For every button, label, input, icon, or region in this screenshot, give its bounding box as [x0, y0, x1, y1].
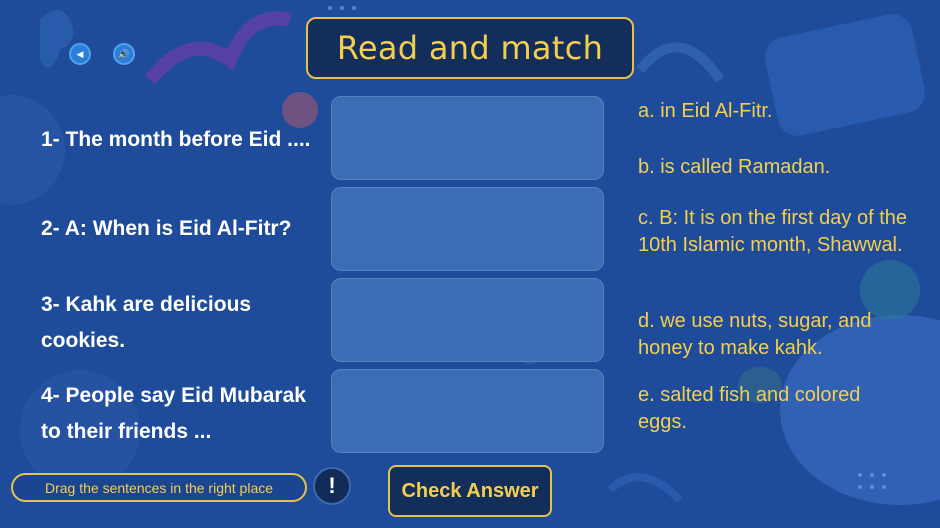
drop-zone-4[interactable]: [331, 369, 604, 453]
speaker-icon: 🔊: [118, 48, 130, 59]
sound-button[interactable]: 🔊: [113, 43, 135, 65]
drop-zone-1[interactable]: [331, 96, 604, 180]
check-answer-label: Check Answer: [401, 479, 539, 502]
prompt-1: 1- The month before Eid ....: [41, 128, 311, 151]
info-button[interactable]: !: [313, 467, 351, 505]
prompt-2: 2- A: When is Eid Al-Fitr?: [41, 217, 292, 240]
answer-option-b[interactable]: b. is called Ramadan.: [638, 154, 908, 181]
back-button[interactable]: ◀: [69, 43, 91, 65]
exclamation-icon: !: [328, 473, 336, 498]
instruction-hint: Drag the sentences in the right place: [11, 473, 307, 502]
answer-option-a[interactable]: a. in Eid Al-Fitr.: [638, 98, 908, 125]
answer-option-d[interactable]: d. we use nuts, sugar, and honey to make…: [638, 308, 908, 362]
prompt-4: 4- People say Eid Mubarak to their frien…: [41, 384, 306, 443]
prompt-3: 3- Kahk are delicious cookies.: [41, 293, 252, 352]
answer-option-c[interactable]: c. B: It is on the first day of the 10th…: [638, 205, 908, 259]
drop-zone-2[interactable]: [331, 187, 604, 271]
check-answer-button[interactable]: Check Answer: [388, 465, 552, 517]
drop-zone-3[interactable]: [331, 278, 604, 362]
title-banner: Read and match: [306, 17, 634, 79]
page-title: Read and match: [336, 29, 604, 67]
answer-option-e[interactable]: e. salted fish and colored eggs.: [638, 382, 908, 436]
back-arrow-icon: ◀: [76, 48, 84, 59]
instruction-text: Drag the sentences in the right place: [44, 479, 274, 496]
